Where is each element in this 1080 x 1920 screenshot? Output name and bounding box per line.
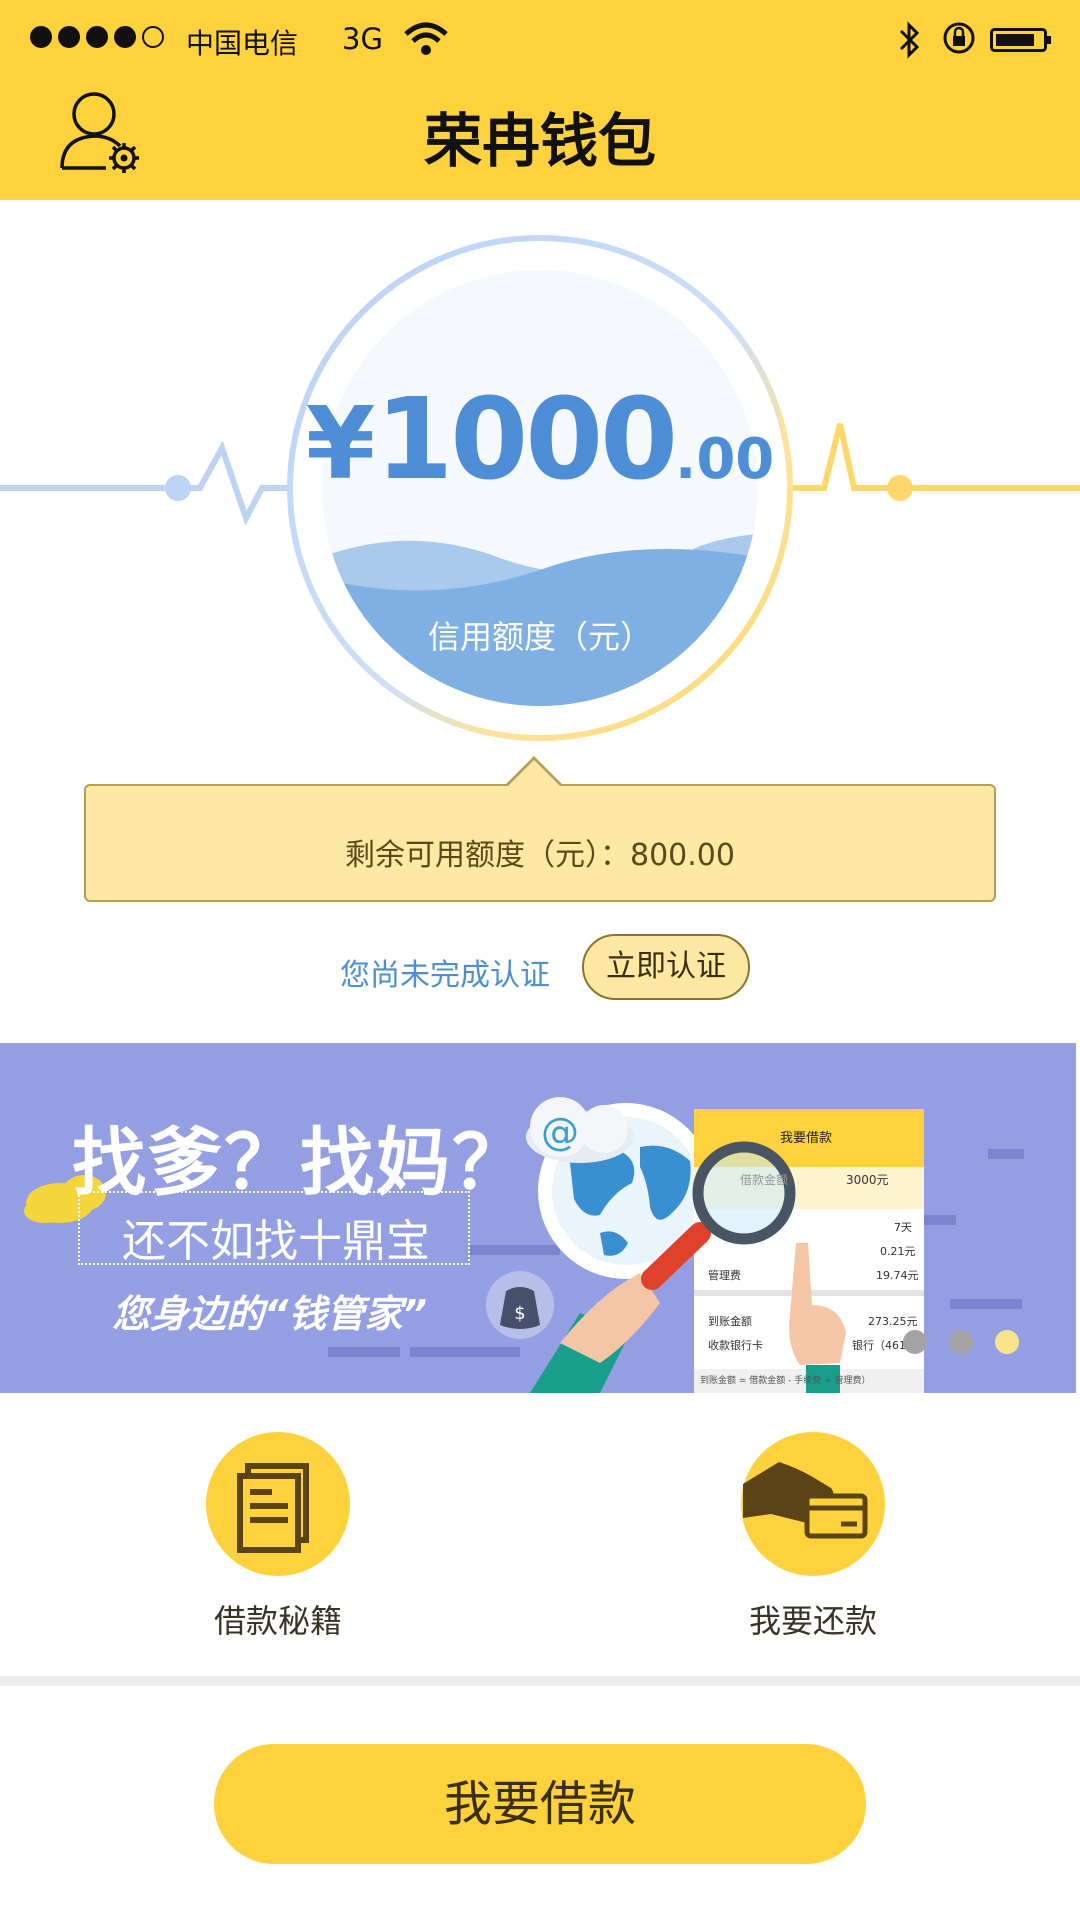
verification-notice: 您尚未完成认证 bbox=[340, 958, 550, 993]
credit-amount-decimal: .00 bbox=[675, 427, 775, 492]
banner-pagination bbox=[903, 1330, 1019, 1354]
banner-phone-row4-label: 到账金额 bbox=[708, 1315, 752, 1328]
banner-phone-amount-label: 借款金额 bbox=[740, 1173, 789, 1187]
banner-phone-title: 我要借款 bbox=[780, 1131, 833, 1146]
svg-text:$: $ bbox=[514, 1303, 525, 1324]
battery-icon bbox=[990, 28, 1051, 52]
loan-tips-button[interactable] bbox=[206, 1432, 350, 1576]
banner-phone-row1-value: 7天 bbox=[894, 1221, 912, 1234]
repay-button[interactable] bbox=[741, 1432, 885, 1576]
network-type: 3G bbox=[342, 22, 383, 56]
banner-phone-row5-label: 收款银行卡 bbox=[708, 1339, 763, 1352]
credit-amount: ¥1000.00 bbox=[0, 375, 1080, 505]
remaining-credit-box: 剩余可用额度（元）：800.00 bbox=[84, 756, 996, 902]
banner-subline: 还不如找十鼎宝 bbox=[122, 1216, 430, 1267]
verify-now-button[interactable]: 立即认证 bbox=[582, 934, 750, 1000]
credit-amount-integer: 1000 bbox=[375, 375, 678, 505]
credit-label: 信用额度（元） bbox=[427, 618, 652, 656]
signal-strength-icon bbox=[30, 26, 164, 48]
pagination-dot[interactable] bbox=[949, 1330, 973, 1354]
carrier-name: 中国电信 bbox=[186, 27, 299, 60]
status-bar: 中国电信 3G bbox=[0, 0, 1080, 80]
remaining-credit-text: 剩余可用额度（元）：800.00 bbox=[345, 838, 735, 873]
banner-tagline: 您身边的“钱管家” bbox=[112, 1292, 427, 1336]
app-header: 中国电信 3G 荣冉钱包 bbox=[0, 0, 1080, 200]
banner-phone-row3-label: 管理费 bbox=[708, 1269, 741, 1282]
banner-phone-row2-value: 0.21元 bbox=[880, 1245, 916, 1258]
banner-phone-amount-value: 3000元 bbox=[846, 1173, 889, 1187]
repay-label: 我要还款 bbox=[748, 1602, 877, 1640]
pagination-dot-active[interactable] bbox=[995, 1330, 1019, 1354]
borrow-button[interactable]: 我要借款 bbox=[214, 1744, 866, 1864]
banner-phone-row3-value: 19.74元 bbox=[876, 1269, 919, 1282]
svg-text:@: @ bbox=[541, 1110, 579, 1154]
page-title: 荣冉钱包 bbox=[423, 107, 656, 175]
magnifier-icon bbox=[692, 1141, 796, 1245]
rotation-lock-icon bbox=[943, 22, 975, 54]
banner-subline-box: 还不如找十鼎宝 bbox=[78, 1191, 470, 1267]
banner-phone-footer: 到账金额 = 借款金额 - 手续费 + 管理费） bbox=[700, 1376, 871, 1386]
currency-symbol: ¥ bbox=[305, 385, 376, 502]
bluetooth-icon bbox=[899, 21, 920, 59]
section-divider bbox=[0, 1676, 1080, 1686]
book-icon bbox=[237, 1463, 309, 1553]
hand-card-icon bbox=[743, 1462, 868, 1539]
banner-phone-row4-value: 273.25元 bbox=[868, 1315, 918, 1328]
wifi-icon bbox=[404, 22, 448, 55]
pagination-dot[interactable] bbox=[903, 1330, 927, 1354]
loan-tips-label: 借款秘籍 bbox=[213, 1602, 342, 1640]
